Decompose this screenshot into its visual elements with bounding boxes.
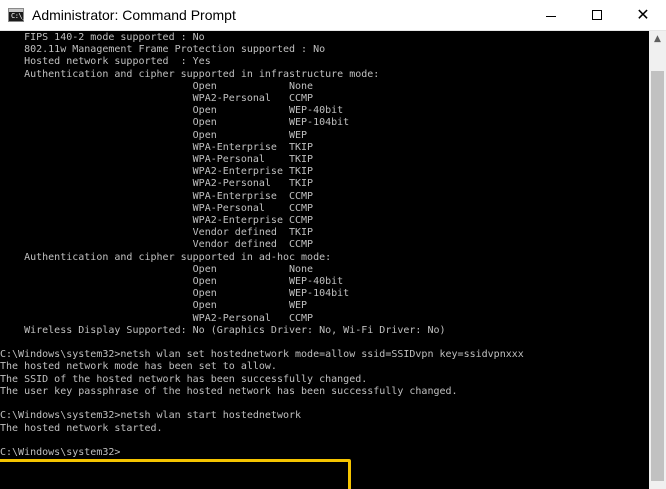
console-line: Open WEP-40bit [0,105,344,117]
console-line: WPA2-Personal CCMP [0,312,314,324]
console-line: WPA-Enterprise CCMP [0,190,314,202]
console-line: Open WEP [0,129,308,141]
vertical-scrollbar[interactable]: ▲ [649,31,666,489]
console-line: Hosted network supported : Yes [0,56,211,68]
console-line: Wireless Display Supported: No (Graphics… [0,324,446,336]
console-line: The hosted network started. [0,422,163,434]
minimize-button[interactable] [528,0,574,31]
console-line: C:\Windows\system32> [0,446,121,458]
maximize-button[interactable] [574,0,620,31]
close-button[interactable]: ✕ [620,0,666,31]
console-line: Vendor defined TKIP [0,227,314,239]
console-line: Open WEP-104bit [0,117,350,129]
minimize-icon [546,16,556,17]
console-line: WPA2-Enterprise TKIP [0,166,314,178]
icon-glyph: C:\_ [11,12,26,20]
console-line: The user key passphrase of the hosted ne… [0,385,458,397]
maximize-icon [592,10,602,20]
command-prompt-icon[interactable]: C:\_ [8,8,26,22]
console-line: 802.11w Management Frame Protection supp… [0,44,326,56]
console-line: C:\Windows\system32>netsh wlan start hos… [0,410,302,422]
command-prompt-window: C:\_ Administrator: Command Prompt ✕ FIP… [0,0,666,489]
console-line: The SSID of the hosted network has been … [0,373,368,385]
console-line: C:\Windows\system32>netsh wlan set hoste… [0,349,524,361]
console-line: WPA2-Personal CCMP [0,93,314,105]
console-output[interactable]: FIPS 140-2 mode supported : No 802.11w M… [0,31,649,489]
console-line: Open None [0,263,314,275]
close-icon: ✕ [636,5,650,24]
console-line: WPA2-Personal TKIP [0,178,314,190]
console-line: Open WEP-104bit [0,288,350,300]
scroll-up-arrow-icon[interactable]: ▲ [649,31,666,48]
console-text[interactable]: FIPS 140-2 mode supported : No 802.11w M… [0,32,524,459]
console-line: Open WEP-40bit [0,276,344,288]
console-line: Open WEP [0,300,308,312]
console-line: WPA-Enterprise TKIP [0,141,314,153]
highlight-box [0,459,351,489]
title-bar[interactable]: C:\_ Administrator: Command Prompt ✕ [0,0,666,31]
console-line: WPA-Personal CCMP [0,202,314,214]
console-line: Vendor defined CCMP [0,239,314,251]
scrollbar-thumb[interactable] [651,71,664,481]
console-line: Authentication and cipher supported in a… [0,251,332,263]
console-line: WPA-Personal TKIP [0,154,314,166]
window-title: Administrator: Command Prompt [32,7,236,23]
console-line: FIPS 140-2 mode supported : No [0,32,205,43]
console-line: WPA2-Enterprise CCMP [0,215,314,227]
console-line: Authentication and cipher supported in i… [0,68,380,80]
console-line: Open None [0,80,314,92]
console-line: The hosted network mode has been set to … [0,361,277,373]
